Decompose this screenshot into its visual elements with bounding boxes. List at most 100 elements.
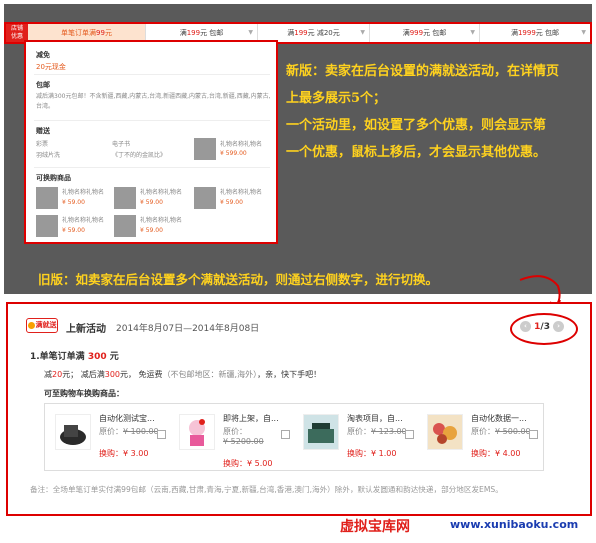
exchange-price: 换购：¥ 4.00 (471, 448, 520, 459)
exchange-item-price: ¥ 59.00 (140, 227, 163, 234)
exchange-goods-item[interactable]: 自动化测试宝... 原价：¥ 100.00 换购：¥ 3.00 (49, 410, 171, 466)
select-checkbox[interactable] (405, 430, 414, 439)
tab-amount: 1999 (517, 29, 536, 37)
shipping-description: 减后满300元包邮！不含新疆,西藏,内蒙古,台湾,新疆西藏,内蒙古,台湾,新疆,… (36, 93, 271, 110)
tab-amount: 199 (186, 29, 201, 37)
exchange-thumbnail[interactable] (194, 187, 216, 209)
original-price: 原价：¥ 123.00 (347, 426, 407, 437)
original-price-label: 原价： (347, 427, 371, 436)
note-line: 上最多展示5个； (286, 91, 387, 106)
gift-price: ¥ 599.00 (220, 150, 247, 157)
original-price: 原价：¥ 500.00 (471, 426, 531, 437)
original-price-value: ¥ 100.00 (123, 427, 159, 436)
section-title: 可换购商品 (36, 174, 71, 182)
tab-label: 单笔订单满 (61, 29, 97, 37)
gift-text: 彩票 (36, 141, 49, 148)
product-image[interactable] (179, 414, 215, 450)
exchange-thumbnail[interactable] (36, 215, 58, 237)
divider (34, 74, 270, 75)
exchange-section: 可换购商品 (36, 173, 71, 185)
exchange-price-label: 换购： (223, 459, 247, 468)
tab-label: 元 包邮 (200, 29, 224, 37)
gift-text: 羽绒片洗 (36, 152, 61, 159)
exchange-item-price: ¥ 59.00 (62, 199, 85, 206)
exchange-price: 换购：¥ 1.00 (347, 448, 396, 459)
exchange-item-name: 礼物名称礼物名 (62, 189, 105, 196)
exchange-price-value: ¥ 5.00 (247, 459, 273, 468)
gift-thumbnail (194, 138, 216, 160)
original-price-label: 原价： (223, 427, 247, 436)
discount-value: 20元现金 (36, 63, 66, 71)
exchange-goods-item[interactable]: 自动化数据一... 原价：¥ 500.00 换购：¥ 4.00 (421, 410, 543, 466)
old-version-note: 旧版：如卖家在后台设置多个满就送活动，则通过右侧数字，进行切换。 (38, 272, 439, 287)
section-title: 减免 (36, 51, 50, 59)
exchange-item-name: 礼物名称礼物名 (140, 189, 183, 196)
exchange-goods-item[interactable]: 淘表项目，自... 原价：¥ 123.00 换购：¥ 1.00 (297, 410, 419, 466)
exchange-item-price: ¥ 59.00 (140, 199, 163, 206)
select-checkbox[interactable] (157, 430, 166, 439)
gift-section: 赠送 (36, 126, 50, 138)
discount-section: 减免 20元现金 (36, 50, 66, 72)
event-date: 2014年8月07日—2014年8月08日 (116, 324, 260, 334)
note-line: 一个活动里，如设置了多个优惠，则会显示第 (286, 118, 547, 133)
select-checkbox[interactable] (529, 430, 538, 439)
exchange-price: 换购：¥ 5.00 (223, 458, 272, 469)
product-name[interactable]: 自动化测试宝... (99, 413, 167, 424)
promo-tag-label: 满就送 (35, 321, 57, 329)
tab-promo-5[interactable]: 满1999元 包邮 ▼ (480, 24, 590, 42)
promo-condition: 1.单笔订单满 300 元 (30, 349, 119, 362)
exchange-item-price: ¥ 59.00 (62, 227, 85, 234)
note-line: 一个优惠，鼠标上移后，才会显示其他优惠。 (286, 145, 547, 160)
product-name[interactable]: 即将上架，自... (223, 413, 291, 424)
divider (34, 167, 270, 168)
watermark-url: www.xunibaoku.com (450, 518, 579, 531)
exchange-price-value: ¥ 4.00 (495, 449, 521, 458)
exchange-item-name: 礼物名称礼物名 (220, 189, 263, 196)
product-name[interactable]: 自动化数据一... (471, 413, 539, 424)
exchange-thumbnail[interactable] (114, 215, 136, 237)
event-title: 上新活动 (66, 324, 106, 335)
benefit-amount: 20 (52, 370, 63, 379)
new-version-note: 新版：卖家在后台设置的满就送活动，在详情页 上最多展示5个； 一个活动里，如设置… (286, 58, 559, 166)
exchange-price-value: ¥ 1.00 (371, 449, 397, 458)
select-checkbox[interactable] (281, 430, 290, 439)
exchange-price-label: 换购： (347, 449, 371, 458)
product-image[interactable] (55, 414, 91, 450)
tab-label: 元 包邮 (535, 29, 560, 37)
chevron-down-icon: ▼ (360, 29, 365, 36)
original-price-label: 原价： (99, 427, 123, 436)
original-price: 原价： ¥ 5200.00 (223, 426, 264, 446)
exchange-item-name: 礼物名称礼物名 (62, 217, 105, 224)
exchange-price-label: 换购： (471, 449, 495, 458)
benefit-text: 元， 免运费 (120, 370, 163, 379)
tab-amount: 199 (294, 29, 308, 37)
tab-label: 元 (104, 29, 112, 37)
footnote: 备注：全场单笔订单实付满99包邮（云南,西藏,甘肃,青海,宁夏,新疆,台湾,香港… (30, 485, 503, 494)
gift-text: 《丁不的的金凯比》 (112, 152, 167, 159)
exchange-price-label: 换购： (99, 449, 123, 458)
condition-text: 元 (106, 352, 119, 362)
exchange-thumbnail[interactable] (114, 187, 136, 209)
promo-tag: 满就送 (26, 318, 58, 333)
product-image[interactable] (427, 414, 463, 450)
tab-label: 元 减20元 (307, 29, 340, 37)
product-name[interactable]: 淘表项目，自... (347, 413, 415, 424)
tab-label: 元 包邮 (423, 29, 447, 37)
original-price-value: ¥ 5200.00 (223, 437, 264, 446)
tab-promo-4[interactable]: 满999元 包邮 ▼ (370, 24, 480, 42)
benefit-text: 减 (44, 370, 52, 379)
divider (34, 120, 270, 121)
exchange-goods-item[interactable]: 即将上架，自... 原价： ¥ 5200.00 换购：¥ 5.00 (173, 410, 295, 469)
chevron-down-icon: ▼ (470, 29, 475, 36)
original-price-value: ¥ 500.00 (495, 427, 531, 436)
benefit-text: 元； 减后满 (62, 370, 105, 379)
original-price-label: 原价： (471, 427, 495, 436)
product-image[interactable] (303, 414, 339, 450)
exchange-item-price: ¥ 59.00 (220, 199, 243, 206)
section-title: 赠送 (36, 127, 50, 135)
exchange-thumbnail[interactable] (36, 187, 58, 209)
section-title: 包邮 (36, 81, 50, 89)
original-price-value: ¥ 123.00 (371, 427, 407, 436)
coin-icon (27, 321, 35, 329)
benefit-text: ，亲，快下手吧！ (257, 370, 322, 379)
